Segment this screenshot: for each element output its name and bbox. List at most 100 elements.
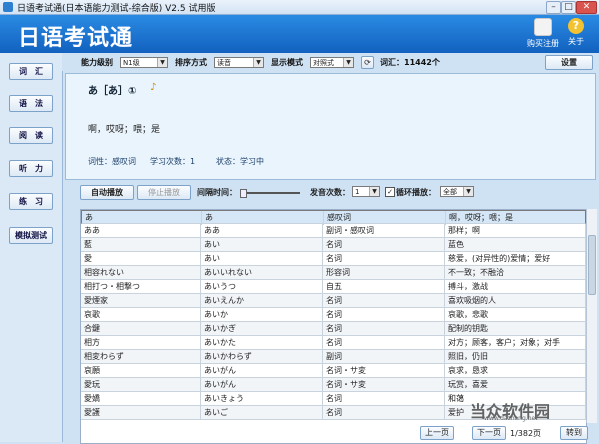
word-cell: 相打つ・相撃つ — [81, 280, 201, 294]
vocab-count: 词汇：11442个 — [380, 58, 440, 67]
pos-cell: 名词 — [323, 238, 445, 252]
meaning-cell: 那样；啊 — [445, 224, 586, 238]
table-row[interactable]: ああ ああ 副词・感叹词 那样；啊 — [81, 224, 586, 238]
auto-play-button[interactable]: 自动播放 — [80, 185, 134, 200]
meaning-cell: 照旧，仍旧 — [445, 350, 586, 364]
pos-cell: 名词 — [323, 294, 445, 308]
pos-cell: 副词 — [323, 350, 445, 364]
goto-button[interactable]: 转到 — [560, 426, 588, 440]
word-cell: 相変わらず — [81, 350, 201, 364]
table-row[interactable]: 相容れない あいいれない 形容词 不一致；不融洽 — [81, 266, 586, 280]
table-row[interactable]: 相方 あいかた 名词 对方；顾客，客户；对象；对手 — [81, 336, 586, 350]
pos-cell: 名词・サ変 — [323, 364, 445, 378]
level-label: 能力级别 — [81, 58, 113, 67]
sort-value: 读音 — [217, 59, 231, 67]
level-select[interactable]: N1级 ▼ — [120, 57, 168, 68]
sidebar-item-reading[interactable]: 阅 读 — [9, 127, 53, 144]
word-cell: 愛 — [81, 252, 201, 266]
pos-cell: 名词 — [323, 308, 445, 322]
reading-cell: あいかぎ — [201, 322, 323, 336]
chevron-down-icon: ▼ — [463, 187, 473, 196]
table-row[interactable]: 愛玩 あいがん 名词・サ変 玩赏，喜爱 — [81, 378, 586, 392]
app-icon — [3, 2, 13, 12]
about-button[interactable]: ? 关于 — [556, 17, 596, 51]
loop-value: 全部 — [443, 188, 457, 196]
table-row[interactable]: 藍 あい 名词 蓝色 — [81, 238, 586, 252]
prev-page-button[interactable]: 上一页 — [420, 426, 454, 440]
sidebar-item-practice[interactable]: 练 习 — [9, 193, 53, 210]
pos-cell: 名词 — [323, 322, 445, 336]
table-row[interactable]: 愛 あい 名词 慈爱，(对异性的)爱情；爱好 — [81, 252, 586, 266]
meaning-cell: 不一致；不融洽 — [445, 266, 586, 280]
level-value: N1级 — [123, 59, 140, 67]
window-title: 日语考试通(日本语能力测试-综合版) V2.5 试用版 — [17, 4, 216, 14]
interval-slider[interactable] — [240, 189, 300, 198]
display-mode-value: 对照式 — [313, 59, 334, 67]
stop-play-button[interactable]: 停止播放 — [137, 185, 191, 200]
reading-cell: あいご — [201, 406, 323, 420]
meaning-cell: 啊，哎呀；喂；是 — [446, 211, 586, 225]
meaning-cell: 配制的钥匙 — [445, 322, 586, 336]
meaning-cell: 玩赏，喜爱 — [445, 378, 586, 392]
reading-cell: あいかわらず — [201, 350, 323, 364]
speaker-icon[interactable]: ♪ — [150, 82, 160, 93]
word-cell: あ — [82, 211, 202, 225]
chevron-down-icon: ▼ — [369, 187, 379, 196]
repeat-value: 1 — [355, 188, 360, 196]
sidebar-item-grammar[interactable]: 语 法 — [9, 95, 53, 112]
pos-cell: 感叹词 — [324, 211, 446, 225]
table-scrollbar[interactable] — [586, 209, 597, 423]
reading-cell: ああ — [201, 224, 323, 238]
refresh-icon[interactable]: ⟳ — [361, 56, 374, 69]
table-row[interactable]: 相打つ・相撃つ あいうつ 自五 搏斗，激战 — [81, 280, 586, 294]
sort-select[interactable]: 读音 ▼ — [214, 57, 264, 68]
table-row[interactable]: 相変わらず あいかわらず 副词 照旧，仍旧 — [81, 350, 586, 364]
reading-cell: あいきょう — [201, 392, 323, 406]
register-label: 购买注册 — [527, 39, 559, 48]
filter-toolbar: 能力级别 N1级 ▼ 排序方式 读音 ▼ 显示模式 对照式 ▼ ⟳ 词汇：114… — [62, 53, 599, 71]
pos-cell: 名词 — [323, 392, 445, 406]
meaning-cell: 哀求，恳求 — [445, 364, 586, 378]
maximize-button[interactable]: □ — [561, 1, 576, 14]
table-row[interactable]: 合鍵 あいかぎ 名词 配制的钥匙 — [81, 322, 586, 336]
pos-cell: 名词・サ変 — [323, 378, 445, 392]
table-row[interactable]: 愛煙家 あいえんか 名词 喜欢吸烟的人 — [81, 294, 586, 308]
chevron-down-icon: ▼ — [343, 58, 353, 67]
table-row[interactable]: あ あ 感叹词 啊，哎呀；喂；是 — [81, 210, 586, 225]
word-cell: 藍 — [81, 238, 201, 252]
scrollbar-thumb[interactable] — [588, 235, 596, 295]
interval-label: 间隔时间： — [197, 188, 237, 197]
next-page-button[interactable]: 下一页 — [472, 426, 506, 440]
meaning-cell: 搏斗，激战 — [445, 280, 586, 294]
repeat-select[interactable]: 1 ▼ — [352, 186, 380, 197]
settings-button[interactable]: 设置 — [545, 55, 593, 70]
playback-controls: 自动播放 停止播放 间隔时间： 发音次数： 1 ▼ ✓ 循环播放： 全部 ▼ — [62, 183, 599, 201]
meaning-cell: 喜欢吸烟的人 — [445, 294, 586, 308]
help-icon: ? — [568, 18, 584, 34]
slider-handle[interactable] — [240, 189, 247, 198]
word-cell: 愛煙家 — [81, 294, 201, 308]
loop-select[interactable]: 全部 ▼ — [440, 186, 474, 197]
sidebar-item-listening[interactable]: 听 力 — [9, 160, 53, 177]
repeat-label: 发音次数： — [310, 188, 350, 197]
word-cell: ああ — [81, 224, 201, 238]
chevron-down-icon: ▼ — [253, 58, 263, 67]
loop-checkbox[interactable]: ✓ — [385, 187, 395, 197]
word-detail-panel: あ［あ］① ♪ 啊，哎呀；喂；是 词性：感叹词 学习次数：1 状态：学习中 — [65, 73, 596, 180]
word-cell: 合鍵 — [81, 322, 201, 336]
page-indicator: 1/382页 — [510, 429, 542, 438]
sidebar-item-vocabulary[interactable]: 词 汇 — [9, 63, 53, 80]
headword: あ［あ］① — [88, 86, 137, 97]
table-row[interactable]: 哀歌 あいか 名词 哀歌，悲歌 — [81, 308, 586, 322]
close-button[interactable]: ✕ — [576, 1, 597, 14]
reading-cell: あいか — [201, 308, 323, 322]
display-mode-select[interactable]: 对照式 ▼ — [310, 57, 354, 68]
table-row[interactable]: 哀願 あいがん 名词・サ変 哀求，恳求 — [81, 364, 586, 378]
word-pos: 词性：感叹词 — [88, 157, 136, 166]
reading-cell: あいがん — [201, 364, 323, 378]
sidebar-item-mock-test[interactable]: 模拟测试 — [9, 227, 53, 244]
word-cell: 相容れない — [81, 266, 201, 280]
reading-cell: あいうつ — [201, 280, 323, 294]
sort-label: 排序方式 — [175, 58, 207, 67]
minimize-button[interactable]: – — [546, 1, 561, 14]
